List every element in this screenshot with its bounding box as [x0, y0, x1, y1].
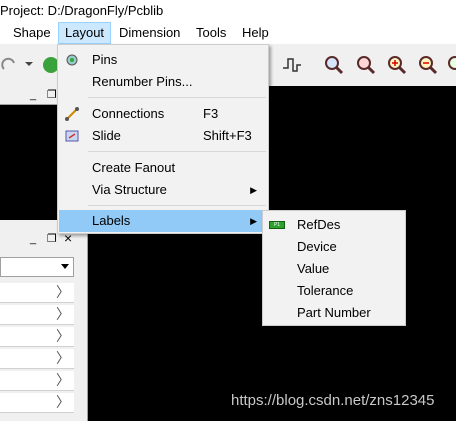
submenu-item-part-number[interactable]: Part Number [264, 302, 404, 324]
menu-layout[interactable]: Layout [58, 22, 111, 44]
connections-icon [65, 107, 79, 121]
submenu-arrow-icon: ▶ [250, 185, 257, 195]
menu-item-shortcut: Shift+F3 [203, 128, 252, 143]
submenu-item-tolerance[interactable]: Tolerance [264, 280, 404, 302]
menu-item-labels[interactable]: Labels ▶ [59, 210, 267, 232]
chevron-down-icon [61, 264, 69, 269]
labels-submenu: P1 RefDes Device Value Tolerance Part Nu… [262, 210, 406, 326]
window-title-text: Project: D:/DragonFly/Pcblib [0, 3, 164, 18]
list-item[interactable]: 〉 [0, 349, 74, 369]
menu-item-connections[interactable]: Connections F3 [59, 103, 267, 125]
menu-separator [88, 97, 266, 98]
menu-item-label: Labels [92, 213, 131, 228]
minimize-button[interactable]: _ [30, 232, 36, 246]
menu-shape-label: Shape [13, 25, 51, 40]
menu-dimension-label: Dimension [119, 25, 181, 40]
menu-separator [88, 205, 266, 206]
refdes-icon: P1 [269, 221, 285, 229]
menu-item-label: RefDes [297, 217, 341, 232]
list-item[interactable]: 〉 [0, 393, 74, 413]
menu-separator [88, 151, 266, 152]
chevron-right-icon: 〉 [56, 372, 70, 388]
menu-item-label: Connections [92, 106, 165, 121]
layout-menu: Pins Renumber Pins... Connections F3 Sli… [57, 44, 269, 234]
menu-item-create-fanout[interactable]: Create Fanout [59, 157, 267, 179]
slide-icon [65, 130, 79, 142]
menu-bar: Shape Layout Dimension Tools Help [0, 22, 456, 44]
chevron-right-icon: 〉 [56, 306, 70, 322]
watermark: https://blog.csdn.net/zns12345 [231, 392, 435, 409]
minimize-button[interactable]: _ [30, 88, 36, 102]
pins-icon [66, 54, 78, 66]
menu-item-label: Renumber Pins... [92, 74, 193, 89]
chevron-right-icon: 〉 [56, 328, 70, 344]
menu-item-label: Value [297, 261, 330, 276]
menu-dimension[interactable]: Dimension [113, 22, 186, 44]
list-item[interactable]: 〉 [0, 327, 74, 347]
submenu-arrow-icon: ▶ [250, 216, 257, 226]
menu-layout-label: Layout [65, 25, 105, 40]
zoom-in-icon[interactable] [386, 54, 408, 76]
menu-item-pins[interactable]: Pins [59, 49, 267, 71]
menu-item-shortcut: F3 [203, 106, 219, 121]
submenu-item-refdes[interactable]: P1 RefDes [264, 214, 404, 236]
redo-icon[interactable] [0, 54, 22, 76]
menu-item-label: Create Fanout [92, 160, 176, 175]
menu-item-renumber-pins[interactable]: Renumber Pins... [59, 71, 267, 93]
menu-item-via-structure[interactable]: Via Structure ▶ [59, 179, 267, 201]
menu-help[interactable]: Help [236, 22, 275, 44]
menu-shape[interactable]: Shape [7, 22, 57, 44]
zoom-fit-icon[interactable] [323, 54, 345, 76]
zoom-previous-icon[interactable] [446, 54, 456, 76]
menu-item-label: Via Structure [92, 182, 167, 197]
panel-dropdown[interactable] [0, 257, 74, 277]
menu-tools[interactable]: Tools [190, 22, 232, 44]
zoom-out-icon[interactable] [417, 54, 439, 76]
window-title: Project: D:/DragonFly/Pcblib [0, 0, 456, 22]
restore-button[interactable]: ❐ [47, 88, 57, 102]
chevron-right-icon: 〉 [56, 394, 70, 410]
refdes-icon-text: P1 [273, 222, 281, 228]
pulse-signal-icon[interactable] [281, 54, 303, 76]
menu-item-label: Pins [92, 52, 118, 67]
list-item[interactable]: 〉 [0, 305, 74, 325]
menu-item-label: Slide [92, 128, 121, 143]
menu-item-label: Tolerance [297, 283, 354, 298]
dropdown-arrow-icon[interactable] [22, 57, 36, 71]
menu-item-slide[interactable]: Slide Shift+F3 [59, 125, 267, 147]
submenu-item-value[interactable]: Value [264, 258, 404, 280]
list-item[interactable]: 〉 [0, 371, 74, 391]
menu-tools-label: Tools [196, 25, 227, 40]
restore-button[interactable]: ❐ [47, 232, 57, 246]
chevron-right-icon: 〉 [56, 284, 70, 300]
menu-help-label: Help [242, 25, 269, 40]
menu-item-label: Part Number [297, 305, 371, 320]
chevron-right-icon: 〉 [56, 350, 70, 366]
list-item[interactable]: 〉 [0, 283, 74, 303]
lower-panel: _ ❐ × 〉 〉 〉 〉 〉 〉 [0, 220, 88, 421]
menu-item-label: Device [297, 239, 337, 254]
submenu-item-device[interactable]: Device [264, 236, 404, 258]
zoom-window-icon[interactable] [355, 54, 377, 76]
